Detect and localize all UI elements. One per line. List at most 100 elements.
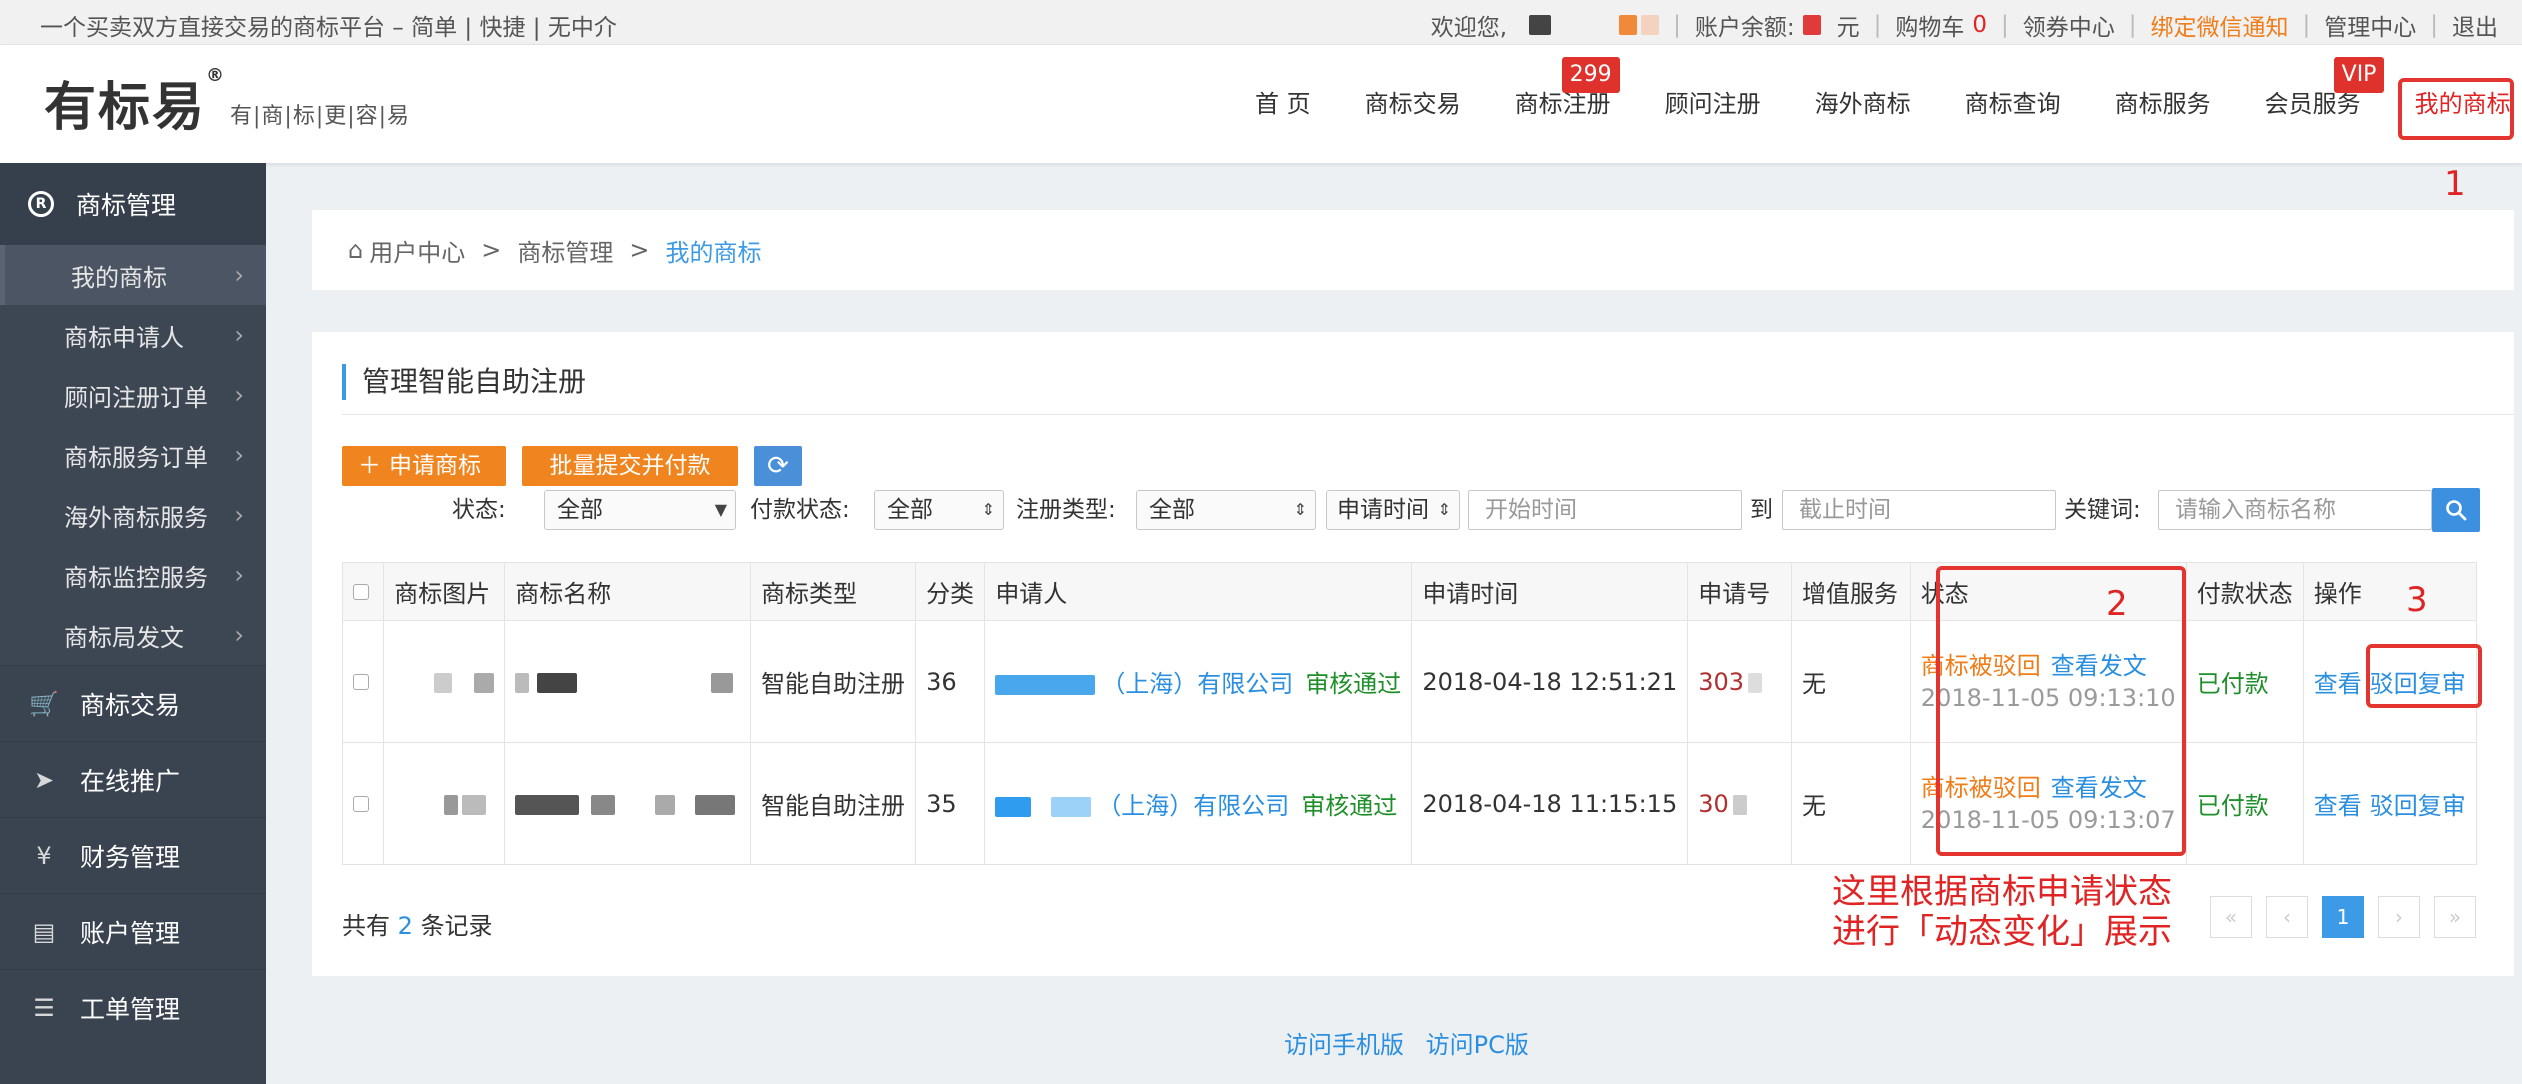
select-value: 全部: [1149, 497, 1195, 523]
sidebar-item-tickets[interactable]: ☰ 工单管理: [0, 969, 266, 1045]
nav-membership[interactable]: 会员服务 VIP: [2238, 45, 2388, 163]
sidebar-item-label: 商标交易: [80, 690, 181, 720]
breadcrumb-separator: >: [629, 236, 650, 264]
coupon-link[interactable]: 领券中心: [2023, 8, 2115, 42]
nav-trade[interactable]: 商标交易: [1338, 45, 1488, 163]
cart-icon: 🛒: [29, 689, 59, 718]
trademark-name: [504, 620, 752, 743]
logout-link[interactable]: 退出: [2452, 8, 2498, 42]
end-time-input[interactable]: 截止时间: [1782, 490, 2056, 530]
balance-redacted: [1802, 15, 1821, 35]
start-time-input[interactable]: 开始时间: [1468, 490, 1742, 530]
redacted-name: [515, 794, 580, 815]
view-link[interactable]: 查看: [2314, 792, 2362, 820]
row-select-cell: [341, 742, 385, 865]
time-type-select[interactable]: 申请时间 ⇕: [1326, 490, 1460, 530]
sidebar-item-service-orders[interactable]: 商标服务订单 ›: [0, 425, 266, 485]
sidebar-head-trademark-management[interactable]: R 商标管理: [0, 163, 266, 245]
payment-status-text: 已付款: [2196, 792, 2269, 820]
site-logo[interactable]: 有标易®: [44, 65, 226, 140]
trademark-image[interactable]: [383, 620, 506, 743]
batch-submit-pay-button[interactable]: 批量提交并付款: [522, 446, 738, 486]
sidebar-item-label: 商标局发文: [64, 623, 184, 652]
logo-text: 有标易: [44, 78, 207, 138]
nav-consultant-register[interactable]: 顾问注册: [1638, 45, 1788, 163]
sidebar-item-office-documents[interactable]: 商标局发文 ›: [0, 605, 266, 665]
highlight-box-2: [1936, 566, 2186, 856]
redacted-applicant: [995, 797, 1032, 817]
redacted-applicant: [995, 675, 1096, 695]
trademark-image[interactable]: [383, 742, 506, 865]
apply-time: 2018-04-18 11:15:15: [1411, 742, 1689, 865]
sidebar-item-overseas-service[interactable]: 海外商标服务 ›: [0, 485, 266, 545]
sidebar-item-monitor-service[interactable]: 商标监控服务 ›: [0, 545, 266, 605]
breadcrumb-trademark-management[interactable]: 商标管理: [517, 233, 613, 268]
pc-version-link[interactable]: 访问PC版: [1426, 1031, 1529, 1059]
column-header: 申请人: [984, 562, 1413, 621]
prev-page-icon[interactable]: ‹: [2266, 896, 2308, 938]
page-number[interactable]: 1: [2322, 896, 2364, 938]
nav-register[interactable]: 商标注册 299: [1488, 45, 1638, 163]
next-page-icon[interactable]: ›: [2378, 896, 2420, 938]
reject-review-link[interactable]: 驳回复审: [2370, 792, 2466, 820]
record-count: 共有 2 条记录: [342, 906, 493, 941]
applicant-link[interactable]: （上海）有限公司: [1097, 792, 1289, 820]
sidebar-item-finance[interactable]: ¥ 财务管理: [0, 817, 266, 893]
row-checkbox[interactable]: [353, 673, 369, 690]
last-page-icon[interactable]: »: [2434, 896, 2476, 938]
apply-number: 30: [1687, 742, 1793, 865]
mobile-version-link[interactable]: 访问手机版: [1284, 1031, 1404, 1059]
apply-trademark-button[interactable]: ＋ 申请商标: [342, 446, 506, 486]
select-value: 全部: [557, 497, 603, 523]
view-link[interactable]: 查看: [2314, 670, 2362, 698]
redacted-name: [711, 672, 734, 693]
audit-status: 审核通过: [1305, 670, 1402, 698]
nav-home[interactable]: 首 页: [1228, 45, 1338, 163]
nav-label: 商标交易: [1364, 90, 1461, 118]
sidebar-item-account[interactable]: ▤ 账户管理: [0, 893, 266, 969]
record-count-number: 2: [397, 912, 413, 940]
search-button[interactable]: [2432, 488, 2480, 532]
value-added-service: 无: [1791, 742, 1911, 865]
breadcrumb-user-center[interactable]: 用户中心: [369, 233, 465, 268]
select-all-checkbox[interactable]: [353, 583, 369, 600]
applicant-link[interactable]: （上海）有限公司: [1101, 670, 1293, 698]
sidebar-item-my-trademarks[interactable]: 我的商标 ›: [0, 245, 266, 305]
row-checkbox[interactable]: [353, 795, 369, 812]
username-redacted-3: [1641, 15, 1660, 35]
column-header: 分类: [915, 562, 986, 621]
clipboard-icon: ☰: [33, 993, 55, 1022]
highlight-box-1: [2398, 78, 2514, 140]
column-header: 操作: [2302, 562, 2478, 621]
nav-overseas[interactable]: 海外商标: [1788, 45, 1938, 163]
redacted-name: [537, 672, 578, 693]
sidebar-item-label: 海外商标服务: [64, 503, 208, 532]
pay-status-select[interactable]: 全部 ⇕: [874, 490, 1004, 530]
sidebar-item-promotion[interactable]: ➤ 在线推广: [0, 741, 266, 817]
redacted-name: [591, 794, 616, 815]
sidebar-item-trade[interactable]: 🛒 商标交易: [0, 665, 266, 741]
annotation-number-2: 2: [2106, 584, 2128, 624]
refresh-icon[interactable]: ⟳: [754, 446, 802, 486]
sidebar-item-label: 商标监控服务: [64, 563, 208, 592]
pagination: « ‹ 1 › »: [2196, 896, 2476, 938]
first-page-icon[interactable]: «: [2210, 896, 2252, 938]
sort-arrows-icon: ⇕: [1293, 500, 1307, 519]
chevron-right-icon: ›: [234, 381, 244, 409]
highlight-box-3: [2366, 644, 2482, 708]
admin-center-link[interactable]: 管理中心: [2324, 8, 2416, 42]
register-type-select[interactable]: 全部 ⇕: [1136, 490, 1316, 530]
redacted-number: [1748, 672, 1763, 693]
nav-label: 首 页: [1255, 90, 1311, 118]
sidebar-item-consultant-orders[interactable]: 顾问注册订单 ›: [0, 365, 266, 425]
annotation-number-3: 3: [2406, 580, 2428, 620]
annotation-note: 这里根据商标申请状态 进行「动态变化」展示: [1832, 872, 2172, 952]
column-header: 商标图片: [383, 562, 506, 621]
keyword-input[interactable]: 请输入商标名称: [2158, 490, 2432, 530]
sidebar-item-applicants[interactable]: 商标申请人 ›: [0, 305, 266, 365]
cart-link[interactable]: 购物车: [1895, 8, 1964, 42]
nav-services[interactable]: 商标服务: [2088, 45, 2238, 163]
wechat-notify-link[interactable]: 绑定微信通知: [2151, 8, 2289, 42]
status-select[interactable]: 全部 ▼: [544, 490, 736, 530]
nav-search[interactable]: 商标查询: [1938, 45, 2088, 163]
